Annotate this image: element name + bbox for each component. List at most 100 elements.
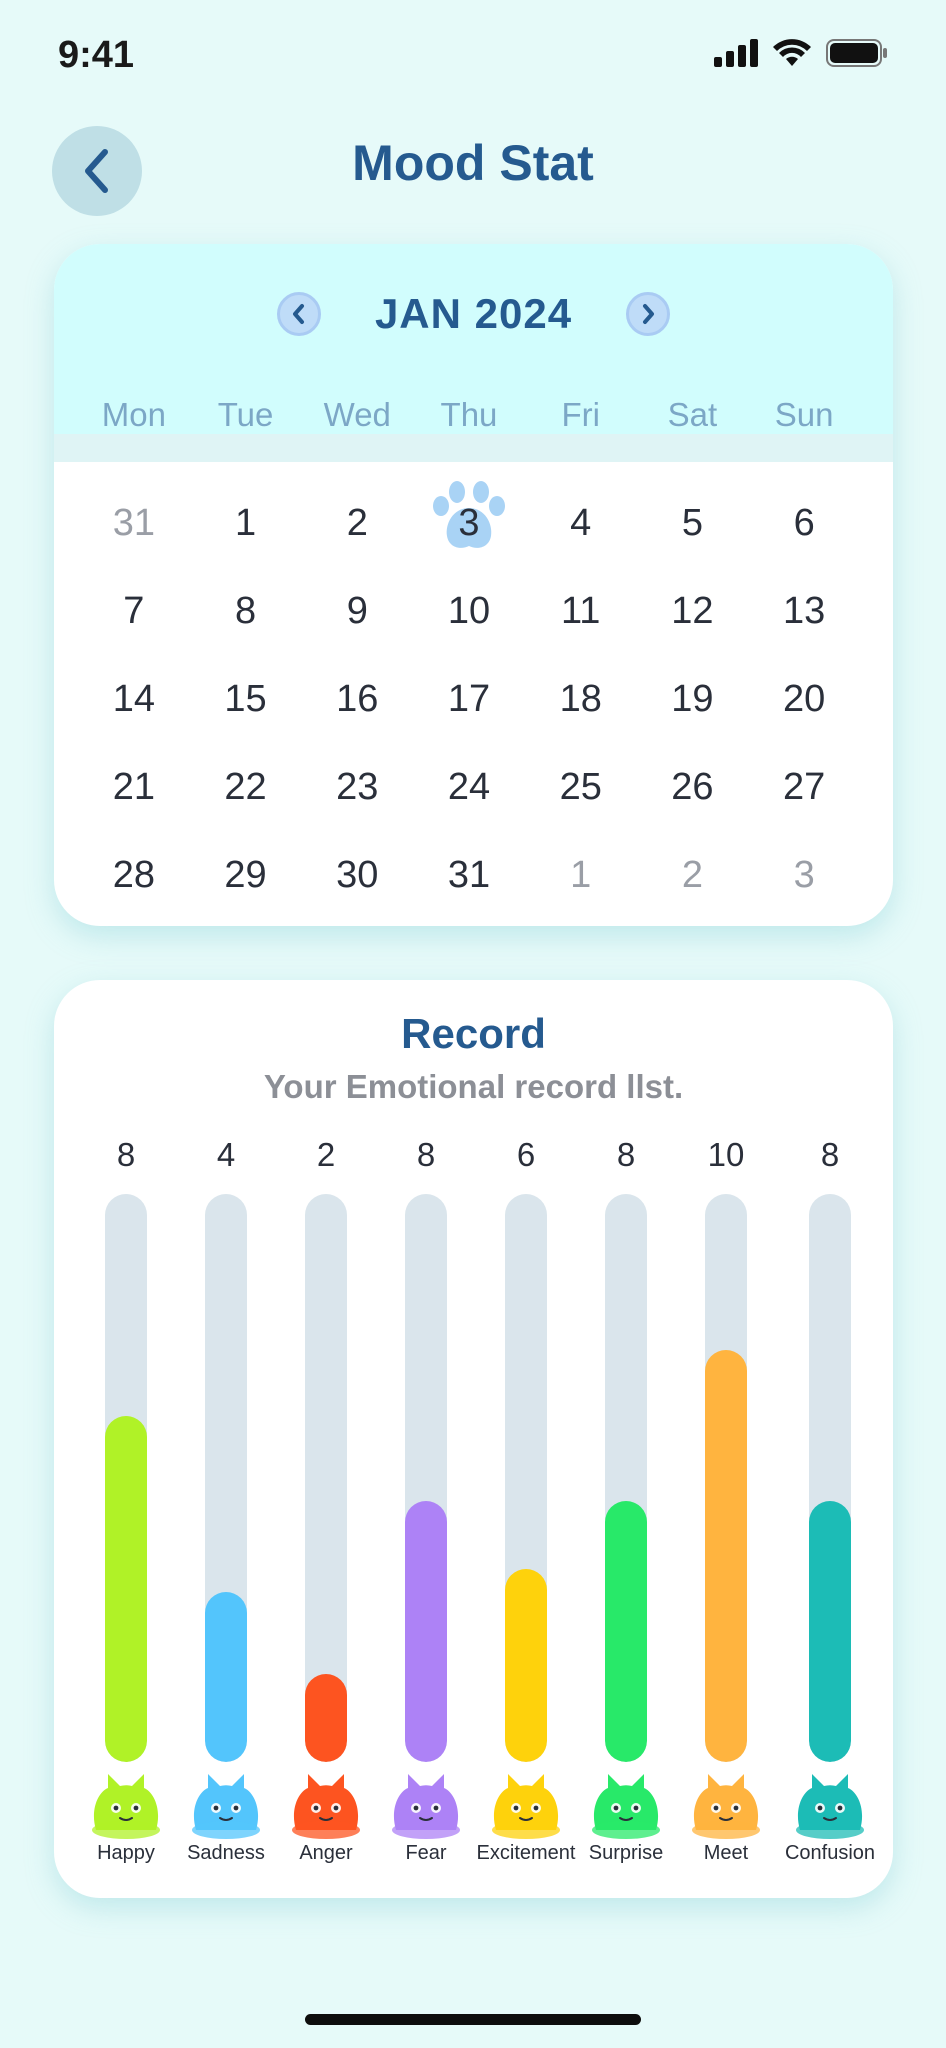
calendar-day-number: 3 bbox=[458, 502, 480, 544]
bar-value-label: 10 bbox=[707, 1136, 745, 1173]
bar-track bbox=[105, 1194, 147, 1762]
bar-value-label: 8 bbox=[416, 1136, 436, 1173]
calendar-day[interactable]: 3 bbox=[748, 844, 860, 926]
home-indicator bbox=[305, 2014, 641, 2025]
calendar-day[interactable]: 5 bbox=[637, 492, 749, 580]
bar-track bbox=[605, 1194, 647, 1762]
calendar-day-number: 26 bbox=[671, 766, 714, 808]
month-label: JAN 2024 bbox=[374, 290, 573, 337]
calendar-day-number: 2 bbox=[346, 502, 368, 544]
next-month-button[interactable] bbox=[626, 292, 671, 336]
calendar-day-number: 1 bbox=[234, 502, 257, 544]
anger-cat-icon bbox=[292, 1774, 360, 1839]
bar-fill bbox=[505, 1569, 547, 1762]
calendar-day[interactable]: 29 bbox=[190, 844, 302, 926]
calendar-day-number: 29 bbox=[224, 854, 267, 896]
bar-value-label: 8 bbox=[616, 1136, 636, 1173]
confusion-cat-icon bbox=[796, 1774, 864, 1839]
calendar-day-number: 31 bbox=[112, 502, 155, 544]
happy-cat-icon bbox=[92, 1774, 160, 1839]
calendar-day-selected[interactable]: 3 bbox=[413, 481, 525, 580]
calendar-day[interactable]: 8 bbox=[190, 580, 302, 668]
month-navigation: JAN 2024 bbox=[54, 290, 893, 338]
calendar-day[interactable]: 15 bbox=[190, 668, 302, 756]
record-card: Record Your Emotional record llst. 8 Happ… bbox=[54, 980, 893, 1898]
bar-track bbox=[305, 1194, 347, 1762]
calendar-day[interactable]: 1 bbox=[190, 492, 302, 580]
calendar-day[interactable]: 28 bbox=[78, 844, 190, 926]
calendar-day[interactable]: 31 bbox=[413, 844, 525, 926]
mood-bar-surprise[interactable]: 8 Surprise bbox=[576, 980, 676, 1898]
calendar-day-number: 25 bbox=[559, 766, 602, 808]
calendar-day[interactable]: 26 bbox=[637, 756, 749, 844]
mood-bar-meet[interactable]: 10 Meet bbox=[676, 980, 776, 1898]
calendar-day-number: 12 bbox=[671, 590, 714, 632]
excitement-cat-icon bbox=[492, 1774, 560, 1839]
mood-bar-confusion[interactable]: 8 Confusion bbox=[780, 980, 880, 1898]
cellular-signal-icon bbox=[714, 39, 758, 67]
calendar-day[interactable]: 30 bbox=[301, 844, 413, 926]
calendar-day-number: 7 bbox=[123, 590, 145, 632]
calendar-day[interactable]: 18 bbox=[525, 668, 637, 756]
days-grid: 31 1 2 3 4 5 6 7 8 9 10 11 12 13 14 15 16 17 18 19 20 21 22 23 2… bbox=[78, 481, 860, 926]
calendar-day[interactable]: 31 bbox=[78, 492, 190, 580]
calendar-day[interactable]: 9 bbox=[301, 580, 413, 668]
calendar-day[interactable]: 25 bbox=[525, 756, 637, 844]
weekday-label: Wed bbox=[323, 396, 391, 433]
bar-fill bbox=[305, 1674, 347, 1762]
calendar-day[interactable]: 14 bbox=[78, 668, 190, 756]
calendar-day[interactable]: 10 bbox=[413, 580, 525, 668]
calendar-day[interactable]: 23 bbox=[301, 756, 413, 844]
calendar-day-number: 30 bbox=[336, 854, 379, 896]
bar-value-label: 6 bbox=[516, 1136, 536, 1173]
calendar-day[interactable]: 16 bbox=[301, 668, 413, 756]
mood-bar-sadness[interactable]: 4 Sadness bbox=[176, 980, 276, 1898]
bar-track bbox=[705, 1194, 747, 1762]
calendar-day[interactable]: 1 bbox=[525, 844, 637, 926]
calendar-day[interactable]: 11 bbox=[525, 580, 637, 668]
calendar-day-number: 16 bbox=[336, 678, 379, 720]
bar-fill bbox=[809, 1501, 851, 1762]
calendar-day[interactable]: 19 bbox=[637, 668, 749, 756]
mood-bar-happy[interactable]: 8 Happy bbox=[76, 980, 176, 1898]
sadness-cat-icon bbox=[192, 1774, 260, 1839]
calendar-day-number: 14 bbox=[112, 678, 155, 720]
calendar-day-number: 22 bbox=[224, 766, 267, 808]
calendar-day[interactable]: 21 bbox=[78, 756, 190, 844]
calendar-day[interactable]: 24 bbox=[413, 756, 525, 844]
previous-month-button[interactable] bbox=[276, 292, 321, 336]
calendar-day-number: 1 bbox=[570, 854, 592, 896]
calendar-day[interactable]: 12 bbox=[637, 580, 749, 668]
calendar-day-number: 31 bbox=[447, 854, 491, 896]
bar-category-label: Confusion bbox=[784, 1842, 876, 1864]
battery-icon bbox=[826, 39, 887, 67]
status-icons bbox=[714, 38, 888, 68]
calendar-day-number: 27 bbox=[783, 766, 826, 808]
weekday-header: Mon Tue Wed Thu Fri Sat Sun bbox=[78, 396, 860, 434]
bar-track bbox=[809, 1194, 851, 1762]
calendar-day-number: 9 bbox=[346, 590, 368, 632]
calendar-day[interactable]: 20 bbox=[748, 668, 860, 756]
weekday-label: Sat bbox=[667, 396, 718, 433]
mood-bar-anger[interactable]: 2 Anger bbox=[276, 980, 376, 1898]
calendar-day[interactable]: 13 bbox=[748, 580, 860, 668]
calendar-day[interactable]: 2 bbox=[637, 844, 749, 926]
calendar-day-number: 23 bbox=[336, 766, 379, 808]
calendar-day-number: 20 bbox=[783, 678, 826, 720]
mood-bar-fear[interactable]: 8 Fear bbox=[376, 980, 476, 1898]
mood-bar-excitement[interactable]: 6 Excitement bbox=[476, 980, 576, 1898]
calendar-day-number: 28 bbox=[112, 854, 155, 896]
status-bar: 9:41 bbox=[0, 0, 946, 110]
calendar-day[interactable]: 4 bbox=[525, 492, 637, 580]
calendar-day[interactable]: 17 bbox=[413, 668, 525, 756]
calendar-day[interactable]: 22 bbox=[190, 756, 302, 844]
calendar-day[interactable]: 6 bbox=[748, 492, 860, 580]
wifi-icon bbox=[773, 39, 811, 66]
calendar-day[interactable]: 7 bbox=[78, 580, 190, 668]
calendar-day-number: 11 bbox=[560, 590, 601, 632]
page-title: Mood Stat bbox=[352, 135, 594, 191]
calendar-day[interactable]: 2 bbox=[301, 492, 413, 580]
calendar-day[interactable]: 27 bbox=[748, 756, 860, 844]
calendar-day-number: 19 bbox=[671, 678, 714, 720]
calendar-day-number: 3 bbox=[793, 854, 815, 896]
